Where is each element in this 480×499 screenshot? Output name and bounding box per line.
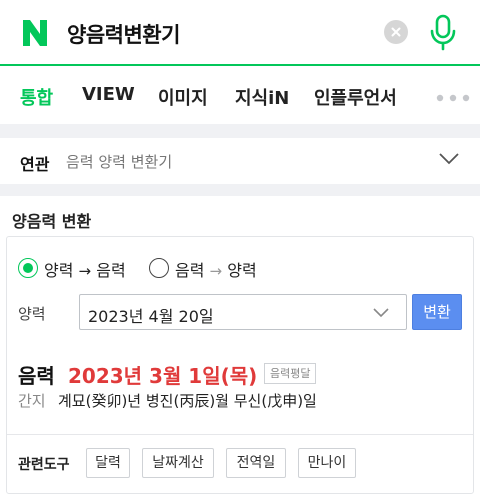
- option-to: 양력: [227, 261, 257, 280]
- clear-icon[interactable]: [384, 20, 408, 44]
- date-select[interactable]: 2023년 4월 20일: [79, 294, 407, 330]
- arrow-icon: →: [78, 262, 92, 280]
- date-value: 2023년 4월 20일: [88, 307, 214, 326]
- related-label: 연관: [20, 155, 50, 174]
- related-terms[interactable]: 음력 양력 변환기: [66, 151, 172, 172]
- result-date: 2023년 3월 1일(목): [68, 364, 258, 388]
- chevron-down-icon: [373, 308, 389, 318]
- tool-calendar-button[interactable]: 달력: [86, 448, 130, 478]
- converter-title: 양음력 변환: [12, 212, 92, 231]
- radio-solar-to-lunar-label[interactable]: 양력 → 음력: [44, 257, 126, 281]
- radio-lunar-to-solar-label[interactable]: 음력 → 양력: [175, 257, 257, 281]
- tab-knowledge-in[interactable]: 지식iN: [235, 84, 289, 110]
- search-bar: 양음력변환기: [0, 0, 480, 66]
- option-from: 음력: [175, 261, 205, 280]
- result-label: 음력: [18, 364, 55, 388]
- more-dots-icon[interactable]: [436, 94, 470, 102]
- tools-label: 관련도구: [18, 457, 70, 473]
- ganji-label: 간지: [18, 392, 46, 410]
- naver-logo-icon[interactable]: [20, 18, 50, 48]
- divider: [7, 434, 473, 435]
- radio-lunar-to-solar[interactable]: [149, 258, 169, 278]
- input-label: 양력: [18, 305, 46, 323]
- search-tabs: 통합 VIEW 이미지 지식iN 인플루언서: [0, 68, 480, 124]
- tab-all[interactable]: 통합: [20, 84, 53, 110]
- arrow-icon: →: [209, 262, 223, 280]
- microphone-icon[interactable]: [428, 14, 458, 52]
- tab-images[interactable]: 이미지: [158, 84, 208, 110]
- search-input[interactable]: 양음력변환기: [67, 19, 180, 49]
- ganji-value: 계묘(癸卯)년 병진(丙辰)월 무신(戊申)일: [58, 392, 317, 410]
- tool-age-button[interactable]: 만나이: [298, 448, 356, 478]
- tab-view[interactable]: VIEW: [82, 84, 135, 105]
- related-searches[interactable]: 연관 음력 양력 변환기: [0, 138, 480, 184]
- tool-date-calc-button[interactable]: 날짜계산: [142, 448, 214, 478]
- radio-solar-to-lunar[interactable]: [18, 258, 38, 278]
- tool-discharge-date-button[interactable]: 전역일: [226, 448, 286, 478]
- option-to: 음력: [96, 261, 126, 280]
- option-from: 양력: [44, 261, 74, 280]
- result-badge: 음력평달: [264, 363, 317, 384]
- chevron-down-icon[interactable]: [438, 152, 460, 166]
- convert-button[interactable]: 변환: [412, 294, 462, 330]
- tab-influencer[interactable]: 인플루언서: [314, 84, 397, 110]
